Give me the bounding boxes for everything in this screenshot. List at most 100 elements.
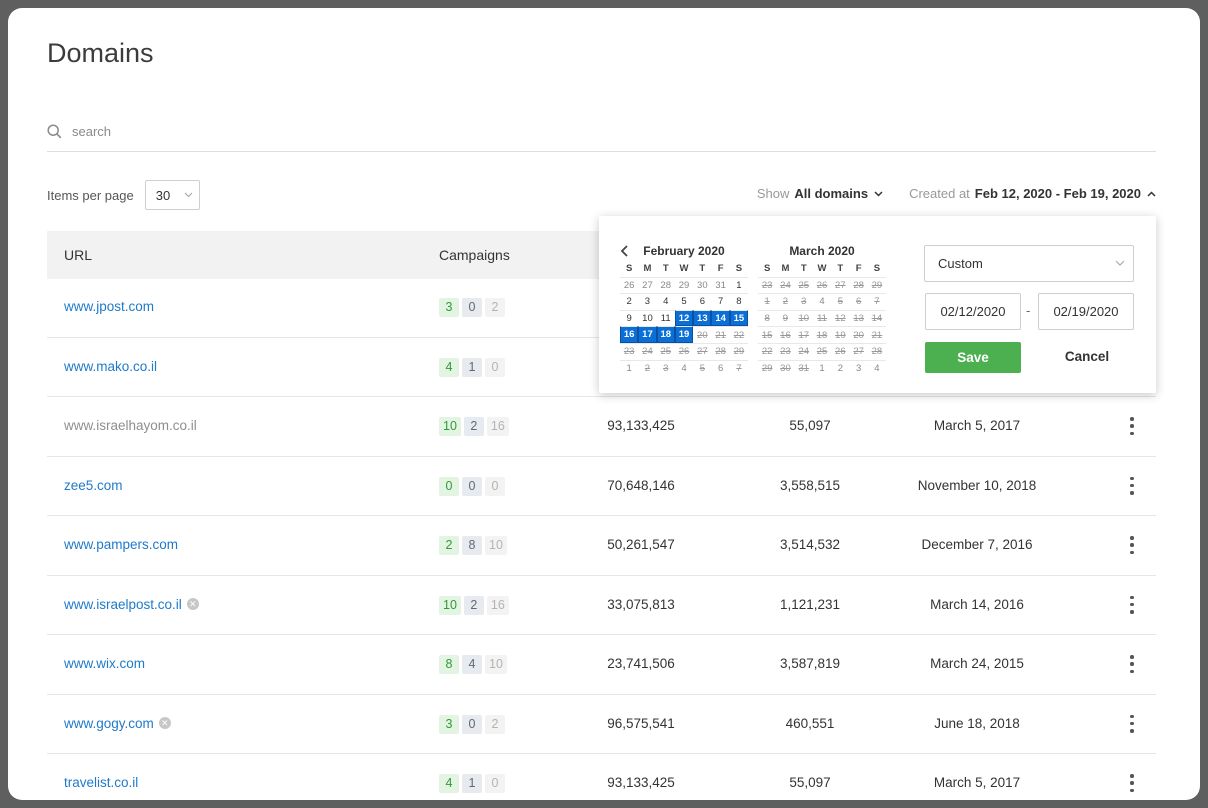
calendar-day[interactable]: 4 [812, 293, 832, 310]
domain-link[interactable]: www.mako.co.il [64, 359, 157, 374]
search-bar [47, 111, 1156, 152]
calendar-day[interactable]: 9 [620, 309, 639, 327]
calendar-day[interactable]: 3 [638, 293, 657, 310]
calendar-month-title: March 2020 [789, 244, 855, 258]
calendar-day: 13 [849, 309, 868, 327]
calendar-day[interactable]: 5 [674, 293, 694, 310]
domain-link[interactable]: www.jpost.com [64, 299, 154, 314]
calendar-day-selected[interactable]: 15 [729, 309, 749, 327]
domain-url[interactable]: www.mako.co.il [64, 359, 157, 374]
remove-icon[interactable]: ✕ [158, 717, 171, 729]
domain-url[interactable]: www.gogy.com [64, 716, 154, 731]
calendar-day[interactable]: 29 [674, 276, 694, 294]
calendar-day[interactable]: 28 [656, 276, 675, 294]
start-date-input[interactable]: 02/12/2020 [925, 293, 1021, 330]
domain-link[interactable]: travelist.co.il [64, 775, 138, 790]
table-row[interactable]: www.israelhayom.co.il 10 2 16 93,133,425 55,0… [47, 397, 1156, 457]
domain-link[interactable]: www.pampers.com [64, 537, 178, 552]
more-options-icon[interactable] [1127, 476, 1137, 495]
calendar-day: 21 [867, 326, 887, 343]
table-row[interactable]: zee5.com 0 0 0 70,648,146 3,558,515 November 1… [47, 457, 1156, 516]
calendar-day-selected[interactable]: 18 [656, 326, 675, 343]
domain-url[interactable]: www.pampers.com [64, 537, 178, 552]
domain-url[interactable]: www.israelpost.co.il [64, 597, 182, 612]
campaign-count-badge: 10 [439, 417, 461, 436]
column-header-url[interactable]: URL [64, 247, 92, 263]
end-date-input[interactable]: 02/19/2020 [1038, 293, 1134, 330]
domain-link[interactable]: www.israelpost.co.il ✕ [64, 597, 199, 612]
calendar-day[interactable]: 3 [849, 359, 868, 377]
remove-icon[interactable]: ✕ [186, 598, 199, 610]
calendar-day[interactable]: 7 [711, 293, 730, 310]
search-input[interactable] [72, 123, 472, 139]
calendar-day: 10 [794, 309, 813, 327]
calendar-day[interactable]: 31 [711, 276, 730, 294]
calendar-day-selected[interactable]: 13 [693, 309, 712, 327]
calendar-day-selected[interactable]: 12 [674, 309, 694, 327]
calendar-day[interactable]: 30 [693, 276, 712, 294]
domain-url[interactable]: travelist.co.il [64, 775, 138, 790]
more-options-icon[interactable] [1127, 417, 1137, 435]
campaign-count-badge: 2 [463, 595, 484, 615]
calendar-day[interactable]: 8 [729, 293, 749, 310]
created-at-filter[interactable]: Created at Feb 12, 2020 - Feb 19, 2020 [909, 186, 1156, 201]
campaign-count-badge: 0 [485, 357, 505, 377]
calendar-day[interactable]: 4 [656, 293, 675, 310]
more-options-icon[interactable] [1127, 714, 1137, 733]
more-options-icon[interactable] [1127, 595, 1137, 614]
calendar-day: 27 [849, 342, 868, 360]
table-row[interactable]: www.pampers.com 2 8 10 50,261,547 3,514,532 De… [47, 516, 1156, 576]
calendar-day-selected[interactable]: 14 [711, 309, 730, 327]
calendar-day: 5 [693, 359, 712, 377]
cell-column-4: 460,551 [785, 715, 835, 731]
show-filter[interactable]: Show All domains [757, 186, 883, 201]
domain-link[interactable]: www.wix.com [64, 656, 145, 671]
more-options-icon[interactable] [1127, 536, 1137, 554]
calendar-day[interactable]: 6 [711, 359, 730, 377]
domain-url[interactable]: www.israelhayom.co.il [64, 418, 197, 433]
calendar-day[interactable]: 2 [620, 293, 639, 310]
cancel-button[interactable]: Cancel [1045, 349, 1129, 364]
table-row[interactable]: www.wix.com 8 4 10 23,741,506 3,587,819 March … [47, 635, 1156, 695]
cell-column-4: 1,121,231 [779, 596, 841, 612]
calendar-day[interactable]: 26 [620, 276, 639, 294]
campaign-count-badge: 1 [462, 774, 482, 793]
calendar-day[interactable]: 10 [638, 309, 657, 327]
calendar-day: 26 [812, 276, 832, 294]
domain-url[interactable]: www.jpost.com [64, 299, 154, 314]
domain-url[interactable]: zee5.com [64, 478, 123, 493]
calendar-day-selected[interactable]: 17 [638, 326, 657, 343]
calendar-day[interactable]: 1 [729, 276, 749, 294]
calendar-day[interactable]: 4 [867, 359, 887, 377]
calendar-day[interactable]: 2 [831, 359, 850, 377]
calendar-day-selected[interactable]: 16 [620, 326, 639, 343]
domain-url[interactable]: www.wix.com [64, 656, 145, 671]
save-button[interactable]: Save [925, 342, 1021, 373]
calendar-day[interactable]: 1 [620, 359, 639, 377]
search-icon [47, 123, 62, 138]
table-row[interactable]: www.israelpost.co.il ✕ 10 2 16 33,075,813 1,12… [47, 576, 1156, 635]
table-row[interactable]: www.gogy.com ✕ 3 0 2 96,575,541 460,551 June 18… [47, 695, 1156, 754]
domain-link[interactable]: zee5.com [64, 478, 123, 493]
campaign-badges: 410 [439, 357, 505, 377]
table-filters: Show All domains Created at Feb 12, 2020… [757, 186, 1156, 201]
domain-link[interactable]: www.gogy.com ✕ [64, 716, 171, 731]
calendar-day: 26 [831, 342, 850, 360]
domain-link[interactable]: www.israelhayom.co.il [64, 418, 197, 433]
calendar-day[interactable]: 4 [674, 359, 694, 377]
calendar-day[interactable]: 27 [638, 276, 657, 294]
range-type-select[interactable]: Custom [924, 245, 1134, 282]
weekday-label: S [735, 262, 743, 274]
calendar-day-selected[interactable]: 19 [674, 326, 694, 343]
cell-column-3: 23,741,506 [607, 656, 675, 671]
cell-column-4: 3,558,515 [779, 477, 841, 493]
more-options-icon[interactable] [1127, 655, 1137, 673]
cell-column-3: 96,575,541 [607, 715, 675, 731]
table-row[interactable]: travelist.co.il 4 1 0 93,133,425 55,097 March … [47, 754, 1156, 800]
calendar-day[interactable]: 1 [812, 359, 832, 377]
more-options-icon[interactable] [1127, 774, 1137, 792]
calendar-day[interactable]: 11 [656, 309, 675, 327]
items-per-page-select[interactable]: 30 [144, 180, 200, 210]
calendar-day[interactable]: 6 [693, 293, 712, 310]
column-header-campaigns[interactable]: Campaigns [439, 247, 510, 263]
